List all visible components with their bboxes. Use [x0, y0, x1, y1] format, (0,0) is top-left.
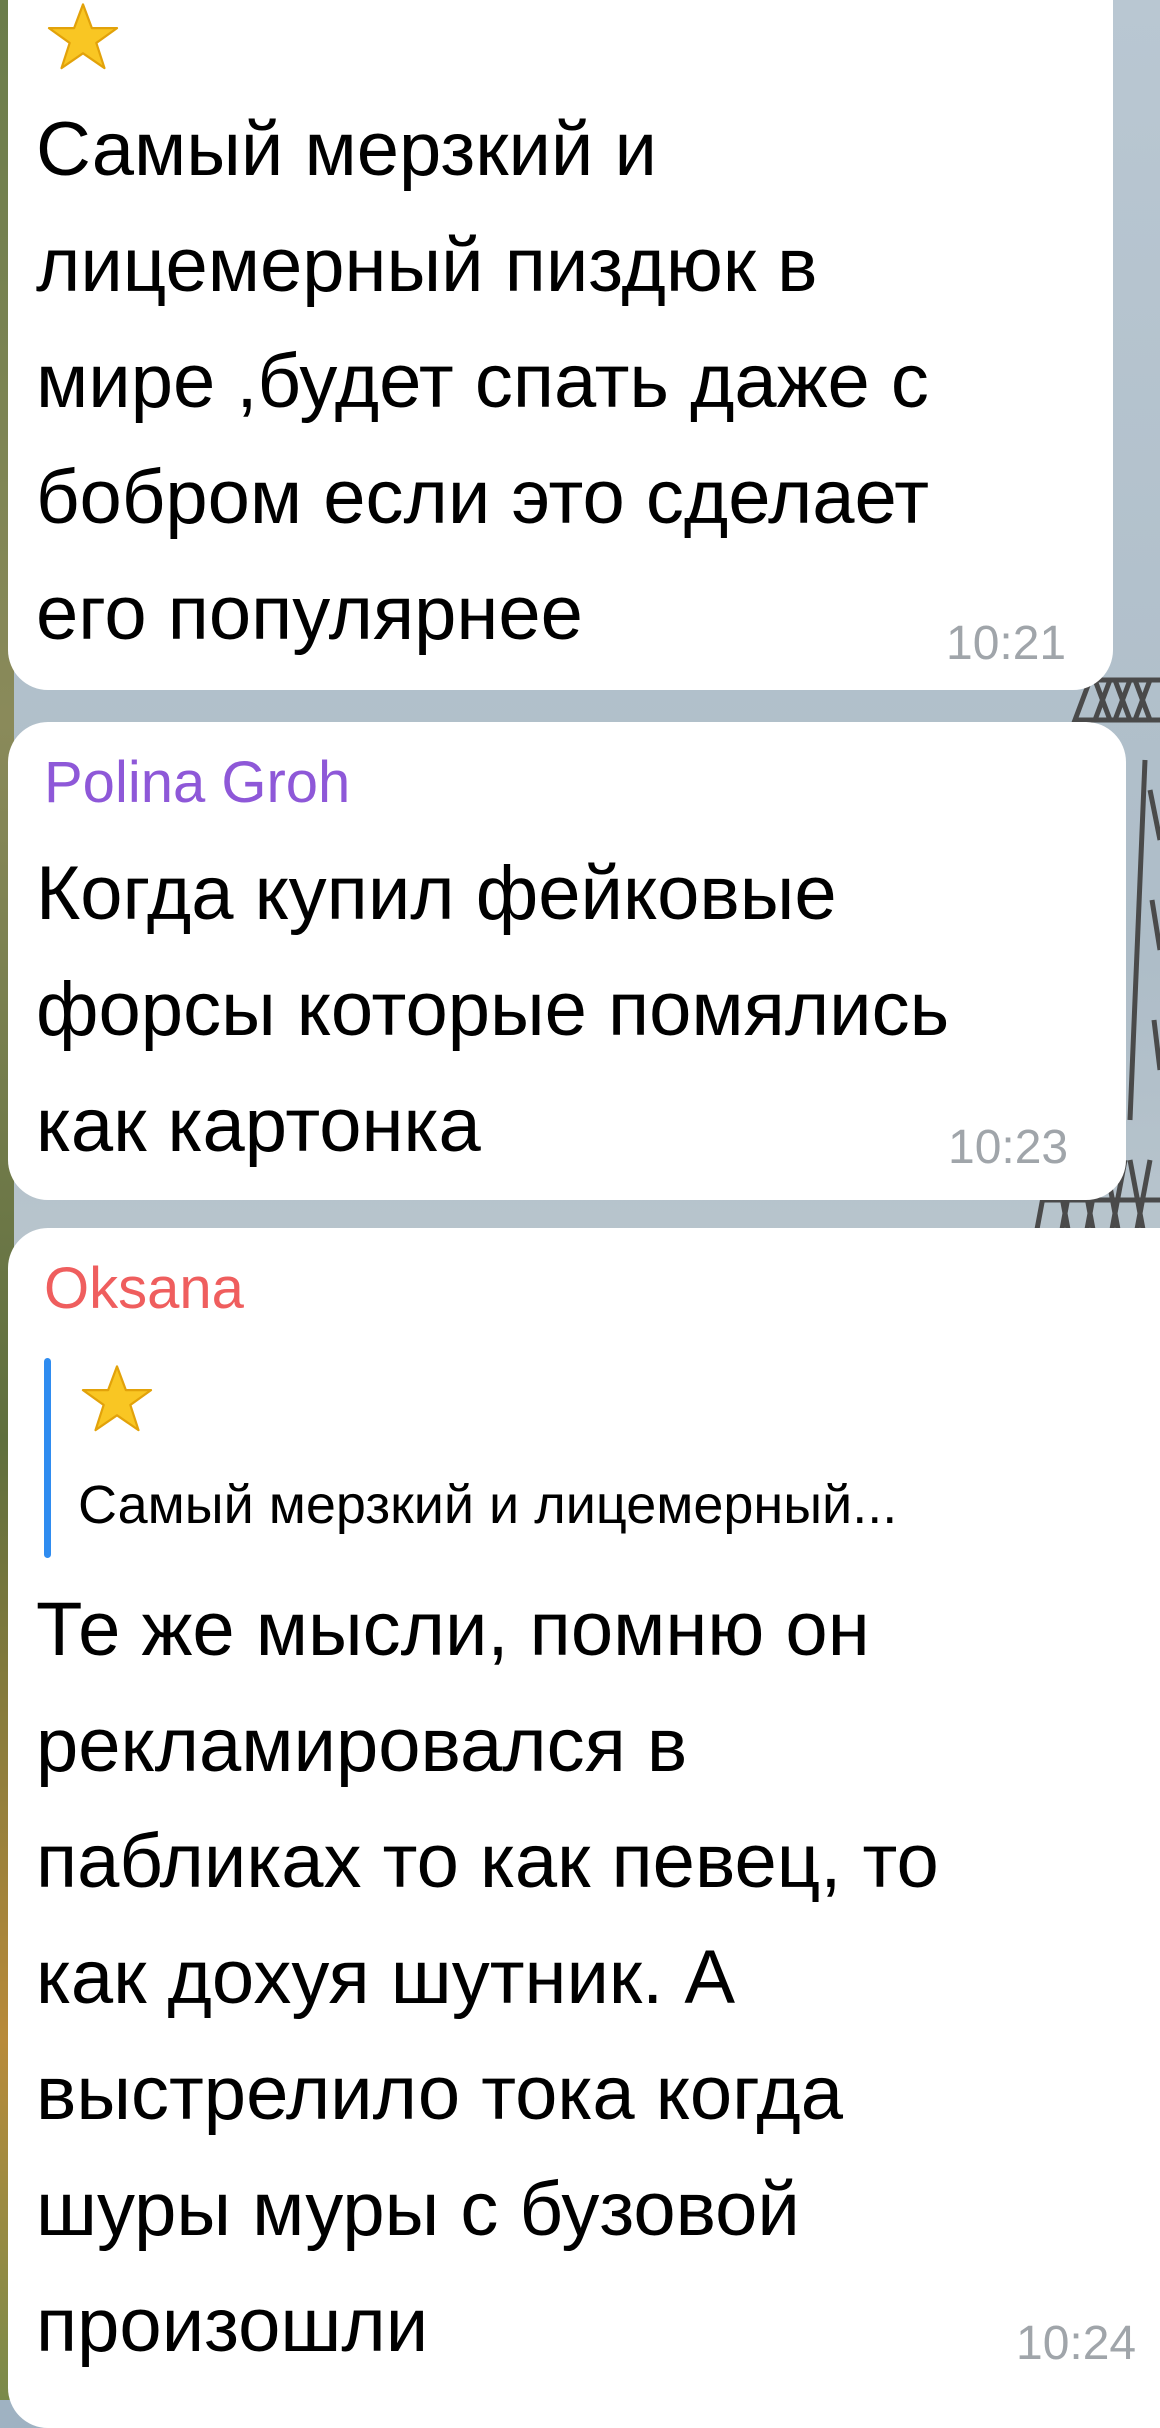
message-time: 10:24: [1016, 2317, 1137, 2370]
message-text-line: рекламировался в: [36, 1703, 688, 1788]
message-text-line: мире ,будет спать даже с: [36, 339, 929, 424]
message-text-line: выстрелило тока когда: [36, 2051, 844, 2136]
message-text-line: Самый мерзкий и: [36, 107, 657, 192]
message-text-line: пабликах то как певец, то: [36, 1819, 939, 1904]
reply-quote-text: Самый мерзкий и лицемерный...: [78, 1475, 898, 1535]
message-text-line: форсы которые помялись: [36, 967, 950, 1052]
message-time: 10:23: [948, 1121, 1069, 1174]
message-text-line: Когда купил фейковые: [36, 851, 837, 936]
message-text-line: лицемерный пиздюк в: [36, 223, 818, 308]
message-text-line: бобром если это сделает: [36, 455, 930, 540]
sender-name[interactable]: Polina Groh: [44, 748, 350, 818]
star-emoji-icon: [47, 3, 119, 70]
message-text-line: его популярнее: [36, 571, 583, 656]
message-bubble[interactable]: Самый мерзкий и лицемерный пиздюк в мире…: [8, 0, 1113, 690]
message-text-line: Те же мысли, помню он: [36, 1587, 870, 1672]
star-emoji-icon: [81, 1365, 153, 1432]
message-text-line: шуры муры с бузовой: [36, 2167, 800, 2252]
message-text-line: как картонка: [36, 1083, 481, 1168]
message-text-line: как дохуя шутник. А: [36, 1935, 736, 2020]
message-bubble[interactable]: Oksana Самый мерзкий и лицемерный... Те …: [8, 1228, 1160, 2428]
sender-name[interactable]: Oksana: [44, 1254, 244, 1324]
message-text-line: произошли: [36, 2283, 429, 2368]
message-bubble[interactable]: Polina Groh Когда купил фейковые форсы к…: [8, 722, 1126, 1200]
message-time: 10:21: [946, 617, 1067, 670]
reply-quote-bar: [44, 1358, 51, 1558]
